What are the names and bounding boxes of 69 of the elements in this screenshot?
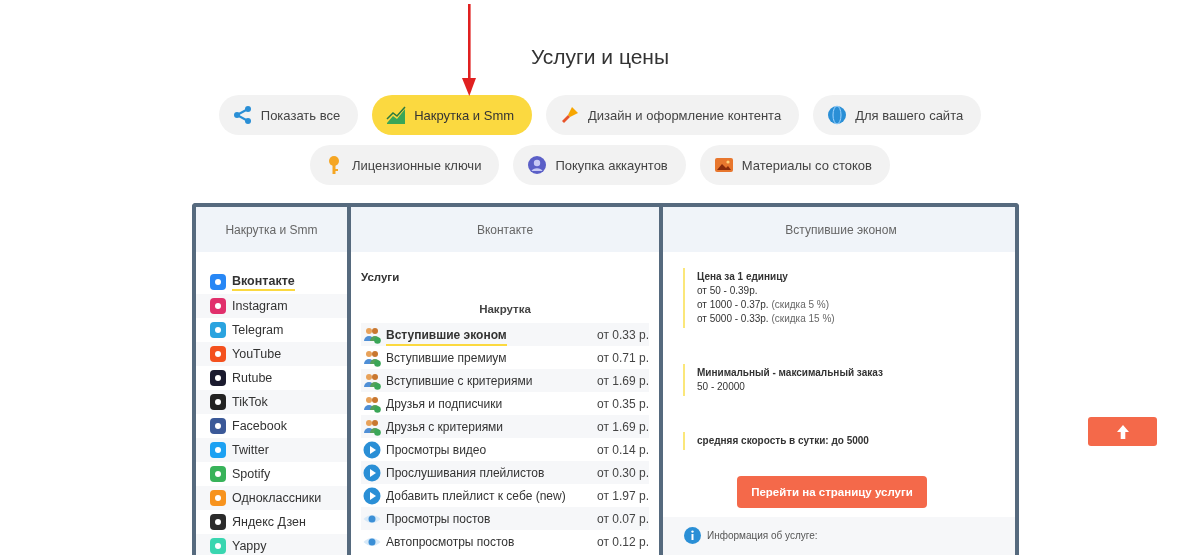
info-line: 50 - 20000 xyxy=(697,381,745,392)
price: от 1.69 р. xyxy=(597,419,649,434)
service-item[interactable]: Вступившие эконом xyxy=(386,327,507,346)
picture-icon xyxy=(713,155,734,175)
category-tab[interactable]: Дизайн и оформление контента xyxy=(546,95,800,135)
globe-icon xyxy=(827,105,848,125)
people-icon xyxy=(363,417,381,436)
service-item[interactable]: Прослушивания плейлистов xyxy=(386,465,545,480)
info-icon xyxy=(684,527,701,544)
price: от 0.07 р. xyxy=(597,511,649,526)
platform-item[interactable]: Яндекс Дзен xyxy=(232,515,306,529)
info-line: от 5000 - 0.33р. xyxy=(697,313,769,324)
chart-icon xyxy=(386,105,407,125)
category-tab[interactable]: Показать все xyxy=(218,95,359,135)
platform-item[interactable]: Вконтакте xyxy=(232,273,295,291)
group-label: Накрутка xyxy=(478,303,532,315)
play-icon xyxy=(363,440,381,459)
user-icon xyxy=(527,155,548,175)
service-item[interactable]: Друзья и подписчики xyxy=(386,396,503,411)
price: от 1.97 р. xyxy=(597,488,649,503)
column-heading: Вконтакте xyxy=(351,207,659,252)
back-to-top-button[interactable] xyxy=(1088,417,1157,446)
platform-item[interactable]: TikTok xyxy=(232,395,268,409)
people-icon xyxy=(363,394,381,413)
service-item[interactable]: Автопросмотры постов xyxy=(386,534,515,549)
service-item[interactable]: Добавить плейлист к себе (new) xyxy=(386,488,566,503)
price: от 0.33 р. xyxy=(597,327,649,342)
column-heading: Накрутка и Smm xyxy=(196,207,347,252)
platform-item[interactable]: Spotify xyxy=(232,467,271,481)
people-icon xyxy=(363,371,381,390)
service-item[interactable]: Вступившие с критериями xyxy=(386,373,533,388)
info-title: Цена за 1 единицу xyxy=(697,270,789,284)
platform-item[interactable]: Yappy xyxy=(232,539,267,553)
info-line: от 1000 - 0.37р. xyxy=(697,299,769,310)
category-tab[interactable]: Для вашего сайта xyxy=(813,95,982,135)
share-icon xyxy=(232,105,253,125)
service-item[interactable]: Вступившие премиум xyxy=(386,350,507,365)
page-title: Услуги и цены xyxy=(530,45,670,69)
platform-item[interactable]: Rutube xyxy=(232,371,273,385)
price: от 0.30 р. xyxy=(597,465,649,480)
section-label: Услуги xyxy=(361,271,401,283)
service-item[interactable]: Просмотры постов xyxy=(386,511,491,526)
people-icon xyxy=(363,348,381,367)
platform-item[interactable]: YouTube xyxy=(232,347,282,361)
category-tab[interactable]: Накрутка и Smm xyxy=(372,95,533,135)
category-tab[interactable]: Материалы со стоков xyxy=(699,145,890,185)
service-item[interactable]: Друзья с критериями xyxy=(386,419,504,434)
platform-item[interactable]: Telegram xyxy=(232,323,284,337)
price: от 0.12 р. xyxy=(597,534,649,549)
price: от 0.14 р. xyxy=(597,442,649,457)
platform-item[interactable]: Facebook xyxy=(232,419,287,433)
info-label: Информация об услуге: xyxy=(707,529,818,543)
service-item[interactable]: Просмотры видео xyxy=(386,442,487,457)
info-line: от 50 - 0.39р. xyxy=(697,285,758,296)
up-arrow-icon xyxy=(1116,424,1129,439)
info-title: Минимальный - максимальный заказ xyxy=(697,366,884,380)
category-tab[interactable]: Покупка аккаунтов xyxy=(513,145,686,185)
price: от 1.69 р. xyxy=(597,373,649,388)
play-icon xyxy=(363,486,381,505)
category-tab[interactable]: Лицензионные ключи xyxy=(310,145,500,185)
brush-icon xyxy=(560,105,581,125)
info-title: средняя скорость в сутки: до 5000 xyxy=(697,434,870,448)
platform-item[interactable]: Twitter xyxy=(232,443,269,457)
discount-note: (скидка 5 %) xyxy=(771,299,830,310)
people-icon xyxy=(363,325,381,344)
discount-note: (скидка 15 %) xyxy=(771,313,835,324)
column-heading: Вступившие эконом xyxy=(663,207,1015,252)
price: от 0.35 р. xyxy=(597,396,649,411)
price: от 0.71 р. xyxy=(597,350,649,365)
